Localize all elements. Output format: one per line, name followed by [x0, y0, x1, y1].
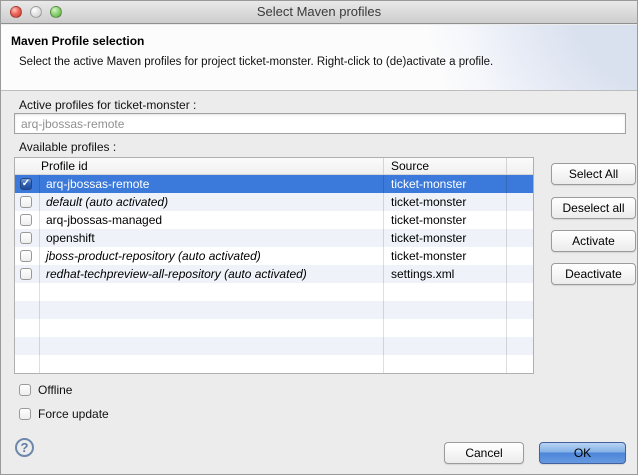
- extra-cell: [507, 247, 533, 265]
- profiles-table-body: arq-jbossas-remoteticket-monsterdefault …: [15, 175, 533, 374]
- source-column-header: Source: [384, 158, 507, 174]
- checkbox-cell: [15, 283, 40, 301]
- profile-id-cell: [40, 319, 384, 337]
- active-profiles-input[interactable]: [14, 113, 626, 134]
- checkbox-cell: [15, 247, 40, 265]
- source-cell: [384, 337, 507, 355]
- checkbox-cell: [15, 373, 40, 374]
- source-cell: ticket-monster: [384, 175, 507, 193]
- profile-id-cell: [40, 337, 384, 355]
- table-empty-row[interactable]: [15, 301, 533, 319]
- profile-id-column-header: Profile id: [40, 158, 384, 174]
- extra-cell: [507, 175, 533, 193]
- profile-id-cell: default (auto activated): [40, 193, 384, 211]
- source-cell: [384, 355, 507, 373]
- table-row[interactable]: redhat-techpreview-all-repository (auto …: [15, 265, 533, 283]
- offline-checkbox[interactable]: [19, 384, 31, 396]
- profile-id-cell: [40, 373, 384, 374]
- traffic-lights: [10, 6, 62, 18]
- extra-cell: [507, 211, 533, 229]
- close-icon[interactable]: [10, 6, 22, 18]
- extra-cell: [507, 337, 533, 355]
- table-row[interactable]: arq-jbossas-remoteticket-monster: [15, 175, 533, 193]
- minimize-icon[interactable]: [30, 6, 42, 18]
- source-cell: ticket-monster: [384, 229, 507, 247]
- activate-button[interactable]: Activate: [551, 230, 636, 252]
- window-title: Select Maven profiles: [1, 1, 637, 23]
- select-all-button[interactable]: Select All: [551, 163, 636, 185]
- profile-id-cell: jboss-product-repository (auto activated…: [40, 247, 384, 265]
- table-row[interactable]: arq-jbossas-managedticket-monster: [15, 211, 533, 229]
- cancel-button[interactable]: Cancel: [444, 442, 524, 464]
- offline-label: Offline: [38, 383, 72, 397]
- checkbox-cell: [15, 319, 40, 337]
- checkbox-column-header: [15, 158, 40, 174]
- select-maven-profiles-dialog: Select Maven profiles Maven Profile sele…: [0, 0, 638, 475]
- profile-checkbox[interactable]: [20, 214, 32, 226]
- extra-cell: [507, 319, 533, 337]
- profile-checkbox[interactable]: [20, 196, 32, 208]
- extra-cell: [507, 283, 533, 301]
- offline-option: Offline: [19, 383, 72, 397]
- source-cell: [384, 373, 507, 374]
- checkbox-cell: [15, 229, 40, 247]
- dialog-banner: Maven Profile selection Select the activ…: [1, 25, 637, 91]
- extra-cell: [507, 265, 533, 283]
- checkbox-cell: [15, 211, 40, 229]
- banner-title: Maven Profile selection: [11, 34, 144, 48]
- source-cell: [384, 319, 507, 337]
- profile-id-cell: [40, 301, 384, 319]
- profile-checkbox[interactable]: [20, 232, 32, 244]
- extra-cell: [507, 373, 533, 374]
- available-profiles-label: Available profiles :: [19, 140, 116, 154]
- force-update-label: Force update: [38, 407, 109, 421]
- source-cell: [384, 301, 507, 319]
- extra-cell: [507, 193, 533, 211]
- source-cell: settings.xml: [384, 265, 507, 283]
- table-empty-row[interactable]: [15, 355, 533, 373]
- profile-checkbox-checked[interactable]: [20, 178, 32, 190]
- table-empty-row[interactable]: [15, 283, 533, 301]
- help-icon[interactable]: ?: [15, 438, 34, 457]
- banner-description: Select the active Maven profiles for pro…: [19, 56, 493, 68]
- force-update-option: Force update: [19, 407, 109, 421]
- source-cell: ticket-monster: [384, 247, 507, 265]
- source-cell: ticket-monster: [384, 211, 507, 229]
- profiles-table-header: Profile id Source: [15, 158, 533, 175]
- checkbox-cell: [15, 355, 40, 373]
- title-bar[interactable]: Select Maven profiles: [1, 1, 637, 24]
- deselect-all-button[interactable]: Deselect all: [551, 197, 636, 219]
- profile-checkbox[interactable]: [20, 268, 32, 280]
- source-cell: [384, 283, 507, 301]
- source-cell: ticket-monster: [384, 193, 507, 211]
- table-empty-row[interactable]: [15, 373, 533, 374]
- ok-button[interactable]: OK: [539, 442, 626, 464]
- profile-id-cell: [40, 355, 384, 373]
- table-row[interactable]: openshiftticket-monster: [15, 229, 533, 247]
- checkbox-cell: [15, 193, 40, 211]
- profile-id-cell: [40, 283, 384, 301]
- table-row[interactable]: jboss-product-repository (auto activated…: [15, 247, 533, 265]
- profile-id-cell: openshift: [40, 229, 384, 247]
- zoom-icon[interactable]: [50, 6, 62, 18]
- profile-id-cell: arq-jbossas-remote: [40, 175, 384, 193]
- table-empty-row[interactable]: [15, 337, 533, 355]
- force-update-checkbox[interactable]: [19, 408, 31, 420]
- checkbox-cell: [15, 301, 40, 319]
- checkbox-cell: [15, 175, 40, 193]
- extra-cell: [507, 229, 533, 247]
- checkbox-cell: [15, 337, 40, 355]
- deactivate-button[interactable]: Deactivate: [551, 263, 636, 285]
- profile-id-cell: redhat-techpreview-all-repository (auto …: [40, 265, 384, 283]
- profile-checkbox[interactable]: [20, 250, 32, 262]
- profile-id-cell: arq-jbossas-managed: [40, 211, 384, 229]
- table-empty-row[interactable]: [15, 319, 533, 337]
- profiles-table[interactable]: Profile id Source arq-jbossas-remotetick…: [14, 157, 534, 374]
- extra-cell: [507, 355, 533, 373]
- checkbox-cell: [15, 265, 40, 283]
- extra-cell: [507, 301, 533, 319]
- table-row[interactable]: default (auto activated)ticket-monster: [15, 193, 533, 211]
- extra-column-header: [507, 158, 533, 174]
- active-profiles-label: Active profiles for ticket-monster :: [19, 98, 196, 112]
